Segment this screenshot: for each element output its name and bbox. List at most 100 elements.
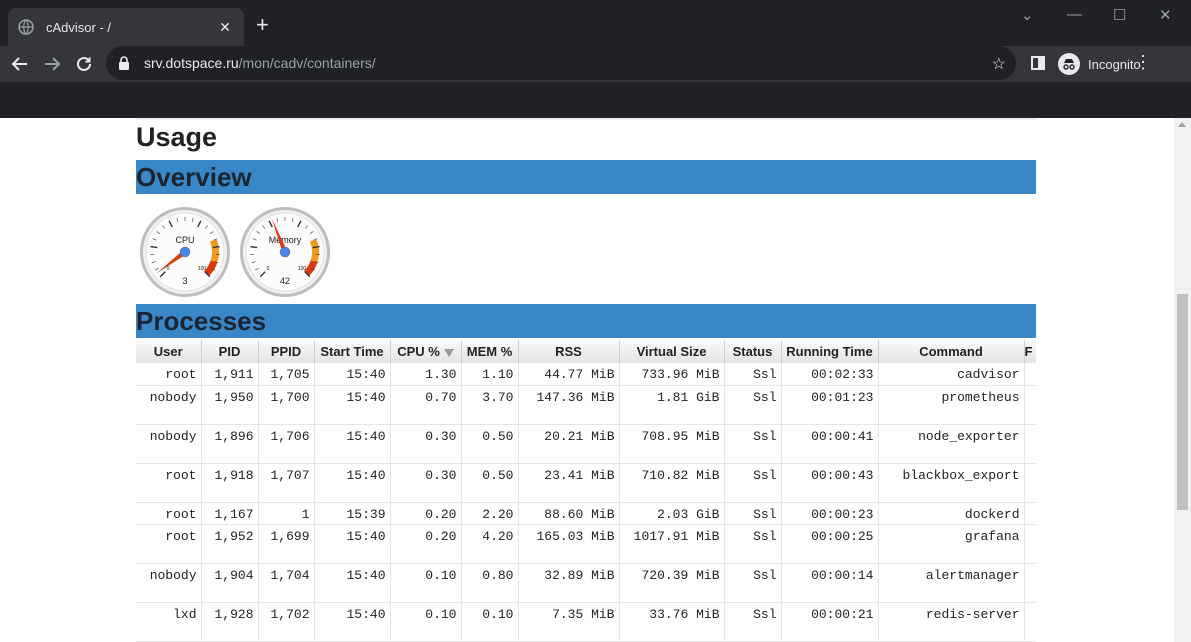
cell-pid: 1,952 [201, 524, 259, 564]
memory-gauge: Memory 0 100 42 [240, 207, 330, 297]
cell-ppid: 1,705 [258, 363, 315, 386]
cell-rss: 32.89 MiB [518, 563, 620, 603]
side-panel-icon[interactable] [1031, 56, 1045, 70]
cell-mem: 1.10 [461, 363, 519, 386]
browser-chrome: cAdvisor - / ✕ + ⌄ — ☐ ✕ srv.dotspace.ru… [0, 0, 1191, 118]
cell-vsize: 710.82 MiB [619, 463, 725, 503]
column-header-command[interactable]: Command [878, 340, 1025, 363]
column-header-mem[interactable]: MEM % [461, 340, 519, 363]
cell-running: 00:02:33 [781, 363, 879, 386]
scroll-up-arrow-icon[interactable] [1178, 122, 1186, 127]
cell-start: 15:39 [314, 502, 391, 525]
new-tab-button[interactable]: + [256, 14, 269, 36]
column-header-running-time[interactable]: Running Time [781, 340, 879, 363]
cell-ppid: 1,699 [258, 524, 315, 564]
cell-status: Ssl [724, 463, 782, 503]
toolbar: srv.dotspace.ru/mon/cadv/containers/ ☆ I… [0, 46, 1191, 82]
column-header-pid[interactable]: PID [201, 340, 259, 363]
cell-user: root [136, 363, 202, 386]
gauge-hub [179, 246, 191, 258]
processes-table-body: root 1,911 1,705 15:40 1.30 1.10 44.77 MiB 733.… [136, 363, 1036, 642]
cell-start: 15:40 [314, 524, 391, 564]
cell-user: root [136, 524, 202, 564]
page-viewport: Usage Overview CPU 0 100 3 Memory 0 100 42 Pro… [0, 118, 1174, 642]
cell-status: Ssl [724, 385, 782, 425]
table-row: root 1,952 1,699 15:40 0.20 4.20 165.03 MiB 101… [136, 524, 1036, 564]
scrollbar-thumb[interactable] [1177, 294, 1188, 510]
cell-rss: 147.36 MiB [518, 385, 620, 425]
table-header-row: User PID PPID Start Time CPU % MEM % RSS… [136, 340, 1036, 363]
processes-table: User PID PPID Start Time CPU % MEM % RSS… [136, 340, 1036, 642]
column-header-start-time[interactable]: Start Time [314, 340, 391, 363]
cell-ppid: 1,700 [258, 385, 315, 425]
column-header-ppid[interactable]: PPID [258, 340, 315, 363]
cell-command: grafana [878, 524, 1025, 564]
cpu-gauge: CPU 0 100 3 [140, 207, 230, 297]
cell-status: Ssl [724, 524, 782, 564]
column-header-user[interactable]: User [136, 340, 202, 363]
divider [136, 118, 1036, 120]
cell-start: 15:40 [314, 424, 391, 464]
reload-button[interactable] [72, 52, 96, 76]
back-button[interactable] [8, 52, 32, 76]
incognito-profile-button[interactable]: Incognito [1058, 52, 1141, 76]
cell-start: 15:40 [314, 563, 391, 603]
cell-vsize: 33.76 MiB [619, 602, 725, 642]
tab-cadvisor[interactable]: cAdvisor - / ✕ [8, 8, 244, 46]
cell-start: 15:40 [314, 602, 391, 642]
cell-cpu: 1.30 [390, 363, 462, 386]
cell-cpu: 0.20 [390, 524, 462, 564]
tab-strip: cAdvisor - / ✕ + ⌄ — ☐ ✕ [0, 0, 1191, 46]
cell-user: root [136, 463, 202, 503]
cell-status: Ssl [724, 563, 782, 603]
cell-vsize: 2.03 GiB [619, 502, 725, 525]
maximize-button[interactable]: ☐ [1113, 6, 1126, 24]
tab-close-icon[interactable]: ✕ [216, 19, 234, 36]
menu-dots-icon[interactable]: ⋮ [1134, 52, 1152, 73]
close-window-button[interactable]: ✕ [1159, 6, 1172, 24]
column-header-truncated[interactable]: F [1024, 340, 1036, 363]
url-text: srv.dotspace.ru/mon/cadv/containers/ [144, 55, 376, 71]
cell-pid: 1,911 [201, 363, 259, 386]
cell-command: dockerd [878, 502, 1025, 525]
column-header-rss[interactable]: RSS [518, 340, 620, 363]
column-header-status[interactable]: Status [724, 340, 782, 363]
cell-running: 00:00:21 [781, 602, 879, 642]
table-row: lxd 1,928 1,702 15:40 0.10 0.10 7.35 MiB 33.76 … [136, 602, 1036, 642]
gauge-value: 42 [280, 276, 290, 286]
cell-rss: 44.77 MiB [518, 363, 620, 386]
forward-button[interactable] [40, 52, 64, 76]
cell-running: 00:00:25 [781, 524, 879, 564]
address-bar[interactable]: srv.dotspace.ru/mon/cadv/containers/ ☆ [106, 46, 1016, 80]
cell-mem: 0.50 [461, 463, 519, 503]
cell-running: 00:00:14 [781, 563, 879, 603]
gauge-value: 3 [182, 276, 187, 286]
cell-cpu: 0.10 [390, 563, 462, 603]
bookmark-star-icon[interactable]: ☆ [992, 54, 1006, 74]
cell-running: 00:00:43 [781, 463, 879, 503]
cell-command: alertmanager [878, 563, 1025, 603]
gauge-min-label: 0 [167, 266, 170, 272]
cell-pid: 1,928 [201, 602, 259, 642]
cell-rss: 23.41 MiB [518, 463, 620, 503]
cell-user: nobody [136, 563, 202, 603]
sort-descending-icon [443, 348, 454, 357]
page-heading: Usage [136, 122, 218, 152]
cell-cpu: 0.70 [390, 385, 462, 425]
gauge-hub [279, 246, 291, 258]
column-header-virtual-size[interactable]: Virtual Size [619, 340, 725, 363]
column-header-cpu[interactable]: CPU % [390, 340, 462, 363]
cell-cpu: 0.20 [390, 502, 462, 525]
cell-ppid: 1,707 [258, 463, 315, 503]
cell-rss: 7.35 MiB [518, 602, 620, 642]
cell-pid: 1,918 [201, 463, 259, 503]
minimize-button[interactable]: — [1067, 6, 1082, 23]
cell-status: Ssl [724, 363, 782, 386]
cell-pid: 1,896 [201, 424, 259, 464]
gauge-min-label: 0 [267, 266, 270, 272]
tab-search-icon[interactable]: ⌄ [1021, 6, 1034, 24]
vertical-scrollbar[interactable] [1174, 118, 1191, 642]
cell-user: nobody [136, 385, 202, 425]
cell-running: 00:01:23 [781, 385, 879, 425]
arrow-left-icon [11, 57, 27, 71]
